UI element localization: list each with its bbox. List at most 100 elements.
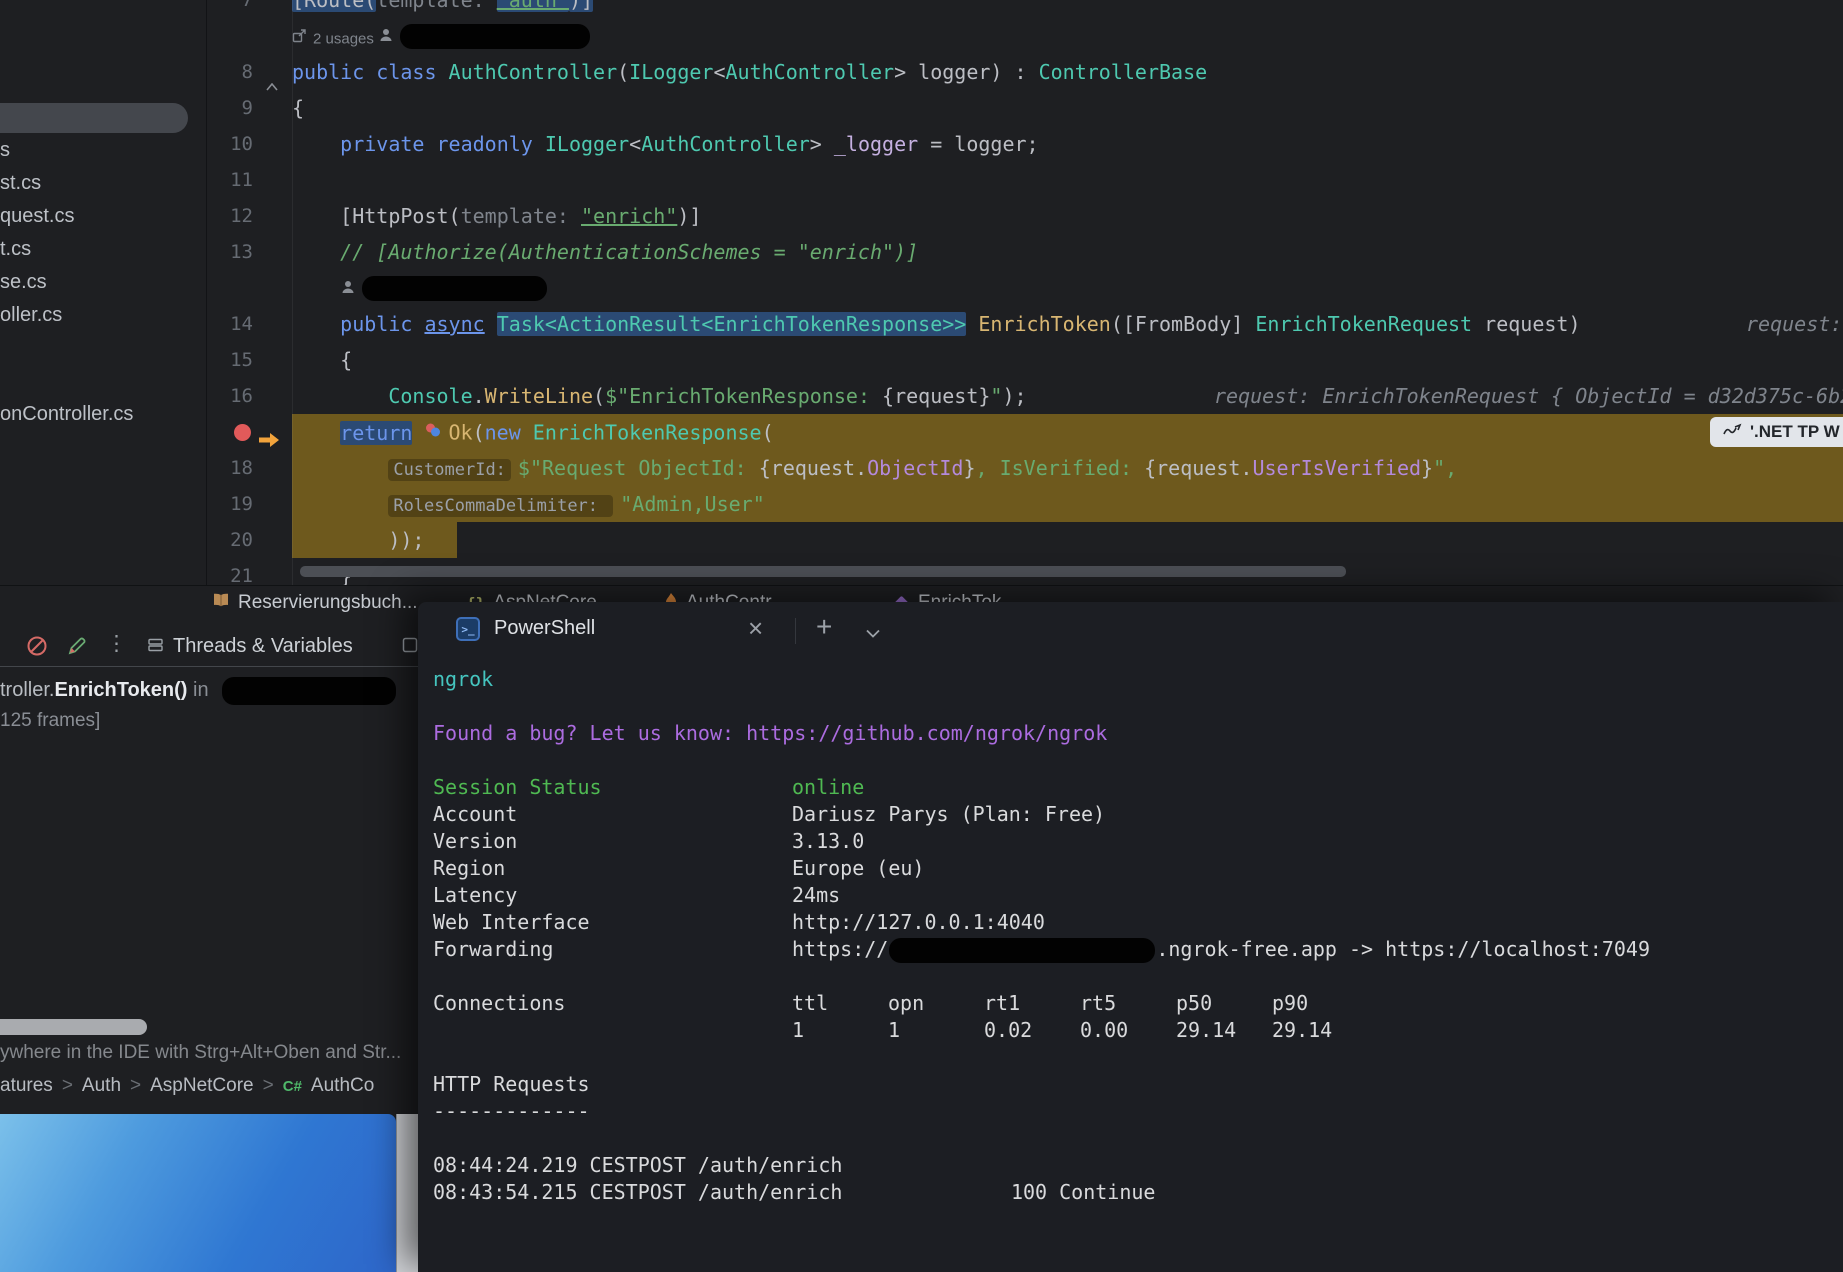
gutter-cell[interactable]: 8 <box>206 54 292 90</box>
code-content[interactable]: private readonly ILogger<AuthController>… <box>292 126 1843 162</box>
horizontal-scrollbar[interactable] <box>300 566 1346 577</box>
debug-session-tab[interactable]: Reservierungsbuch... <box>212 589 418 617</box>
code-token: )] <box>569 0 593 12</box>
code-token: RolesCommaDelimiter: <box>388 495 613 517</box>
code-line: 19 RolesCommaDelimiter: "Admin,User" <box>206 486 1843 522</box>
code-line: 13 // [Authorize(AuthenticationSchemes =… <box>206 234 1843 270</box>
line-number: 11 <box>230 169 253 191</box>
tab-threads-variables[interactable]: Threads & Variables <box>148 627 353 666</box>
terminal-tab-label[interactable]: PowerShell <box>494 617 595 640</box>
line-number: 13 <box>230 241 253 263</box>
code-token: ( <box>473 421 485 445</box>
close-icon[interactable]: × <box>748 613 763 644</box>
code-token: " <box>990 384 1002 408</box>
terminal-line <box>433 963 1843 990</box>
debug-toolbar: ⋮ Threads & Variables <box>0 627 418 666</box>
code-content[interactable]: { <box>292 342 1843 378</box>
explorer-item[interactable]: se.cs <box>0 266 47 299</box>
gutter-cell[interactable]: 18 <box>206 450 292 486</box>
code-line: 15 { <box>206 342 1843 378</box>
gutter-cell[interactable] <box>206 18 292 54</box>
code-token: {request} <box>882 384 990 408</box>
usages-icon <box>292 18 307 54</box>
powershell-icon-glyph: >_ <box>461 623 474 636</box>
code-content[interactable]: )); <box>292 522 1843 558</box>
stack-frame[interactable]: troller.EnrichToken() in <box>0 675 396 705</box>
breadcrumb-item[interactable]: atures <box>0 1075 53 1097</box>
gutter-cell[interactable]: 14 <box>206 306 292 342</box>
gutter-cell[interactable] <box>206 270 292 306</box>
code-token: CustomerId: <box>388 459 511 481</box>
gutter-cell[interactable]: 21 <box>206 558 292 585</box>
code-content[interactable]: [HttpPost(template: "enrich")] <box>292 198 1843 234</box>
code-content[interactable]: public async Task<ActionResult<EnrichTok… <box>292 306 1843 342</box>
dotnet-tp-badge[interactable]: '.NET TP W <box>1710 417 1843 447</box>
gutter-cell[interactable] <box>206 414 292 450</box>
tab-threads-variables-label: Threads & Variables <box>173 635 353 658</box>
terminal-line-label: Region <box>433 855 792 882</box>
code-content[interactable]: return Ok(new EnrichTokenResponse( <box>292 414 1843 450</box>
gutter-cell[interactable]: 12 <box>206 198 292 234</box>
gutter-cell[interactable]: 13 <box>206 234 292 270</box>
code-token: template: <box>376 0 496 12</box>
explorer-selected-row[interactable] <box>0 103 188 133</box>
code-content[interactable]: Console.WriteLine($"EnrichTokenResponse:… <box>292 378 1843 414</box>
code-token: Ok <box>448 421 472 445</box>
breadcrumb-item[interactable]: AuthCo <box>311 1075 374 1097</box>
code-content[interactable]: [Route(template: "auth")] <box>292 0 1843 18</box>
code-content[interactable]: 2 usages <box>292 18 1843 54</box>
explorer-item[interactable]: onController.cs <box>0 398 133 431</box>
new-tab-icon[interactable]: + <box>816 611 832 643</box>
terminal-window[interactable]: >_ PowerShell × + ngrok Found a bug? Let… <box>418 602 1843 1272</box>
explorer-item[interactable]: st.cs <box>0 167 41 200</box>
terminal-line-value: Dariusz Parys (Plan: Free) <box>792 802 1105 826</box>
breadcrumb-item[interactable]: AspNetCore <box>150 1075 254 1097</box>
code-content[interactable]: RolesCommaDelimiter: "Admin,User" <box>292 486 1843 522</box>
chevron-down-icon[interactable] <box>866 625 880 643</box>
explorer-item[interactable]: t.cs <box>0 233 31 266</box>
dotnet-tp-badge-label: '.NET TP W <box>1750 422 1840 442</box>
code-content[interactable]: public class AuthController(ILogger<Auth… <box>292 54 1843 90</box>
explorer-item[interactable]: oller.cs <box>0 299 62 332</box>
code-content[interactable] <box>292 270 1843 306</box>
gutter-cell[interactable]: 15 <box>206 342 292 378</box>
gutter-cell[interactable]: 9 <box>206 90 292 126</box>
breakpoint-icon[interactable] <box>234 424 251 441</box>
person-icon <box>378 18 394 54</box>
terminal-column-cell: 0.00 <box>1080 1017 1176 1044</box>
code-line: 16 Console.WriteLine($"EnrichTokenRespon… <box>206 378 1843 414</box>
background-window-edge <box>396 1114 418 1272</box>
debug-session-tab-label: Reservierungsbuch... <box>238 592 418 614</box>
gutter-cell[interactable]: 19 <box>206 486 292 522</box>
code-content[interactable]: CustomerId:$"Request ObjectId: {request.… <box>292 450 1843 486</box>
gutter-cell[interactable]: 11 <box>206 162 292 198</box>
edit-icon[interactable] <box>66 635 88 662</box>
explorer-item[interactable]: s <box>0 134 10 167</box>
code-token <box>292 421 340 445</box>
code-token: _logger <box>834 132 918 156</box>
code-token: {request. <box>1144 456 1252 480</box>
gutter-cell[interactable]: 10 <box>206 126 292 162</box>
terminal-line-label: Session Status <box>433 774 792 801</box>
line-number: 16 <box>230 385 253 407</box>
gutter-cell[interactable]: 16 <box>206 378 292 414</box>
gutter-cell[interactable]: 7 <box>206 0 292 18</box>
breadcrumb-item[interactable]: Auth <box>82 1075 121 1097</box>
code-content[interactable]: { <box>292 90 1843 126</box>
terminal-column-cell: 29.14 <box>1176 1017 1272 1044</box>
code-token <box>292 277 340 301</box>
code-token: ) <box>1568 312 1580 336</box>
code-line: 9{ <box>206 90 1843 126</box>
panel-divider[interactable] <box>206 0 207 585</box>
code-content[interactable]: // [Authorize(AuthenticationSchemes = "e… <box>292 234 1843 270</box>
editor-panel[interactable]: 7[Route(template: "auth")]2 usages 8publ… <box>206 0 1843 585</box>
mute-breakpoints-icon[interactable] <box>26 635 48 662</box>
more-options-icon[interactable]: ⋮ <box>106 631 127 656</box>
code-token: private readonly <box>340 132 545 156</box>
console-tab-icon[interactable] <box>402 637 418 658</box>
code-content[interactable] <box>292 162 1843 198</box>
explorer-item[interactable]: quest.cs <box>0 200 74 233</box>
line-number: 18 <box>230 457 253 479</box>
gutter-cell[interactable]: 20 <box>206 522 292 558</box>
terminal-output[interactable]: ngrok Found a bug? Let us know: https://… <box>433 666 1843 1272</box>
